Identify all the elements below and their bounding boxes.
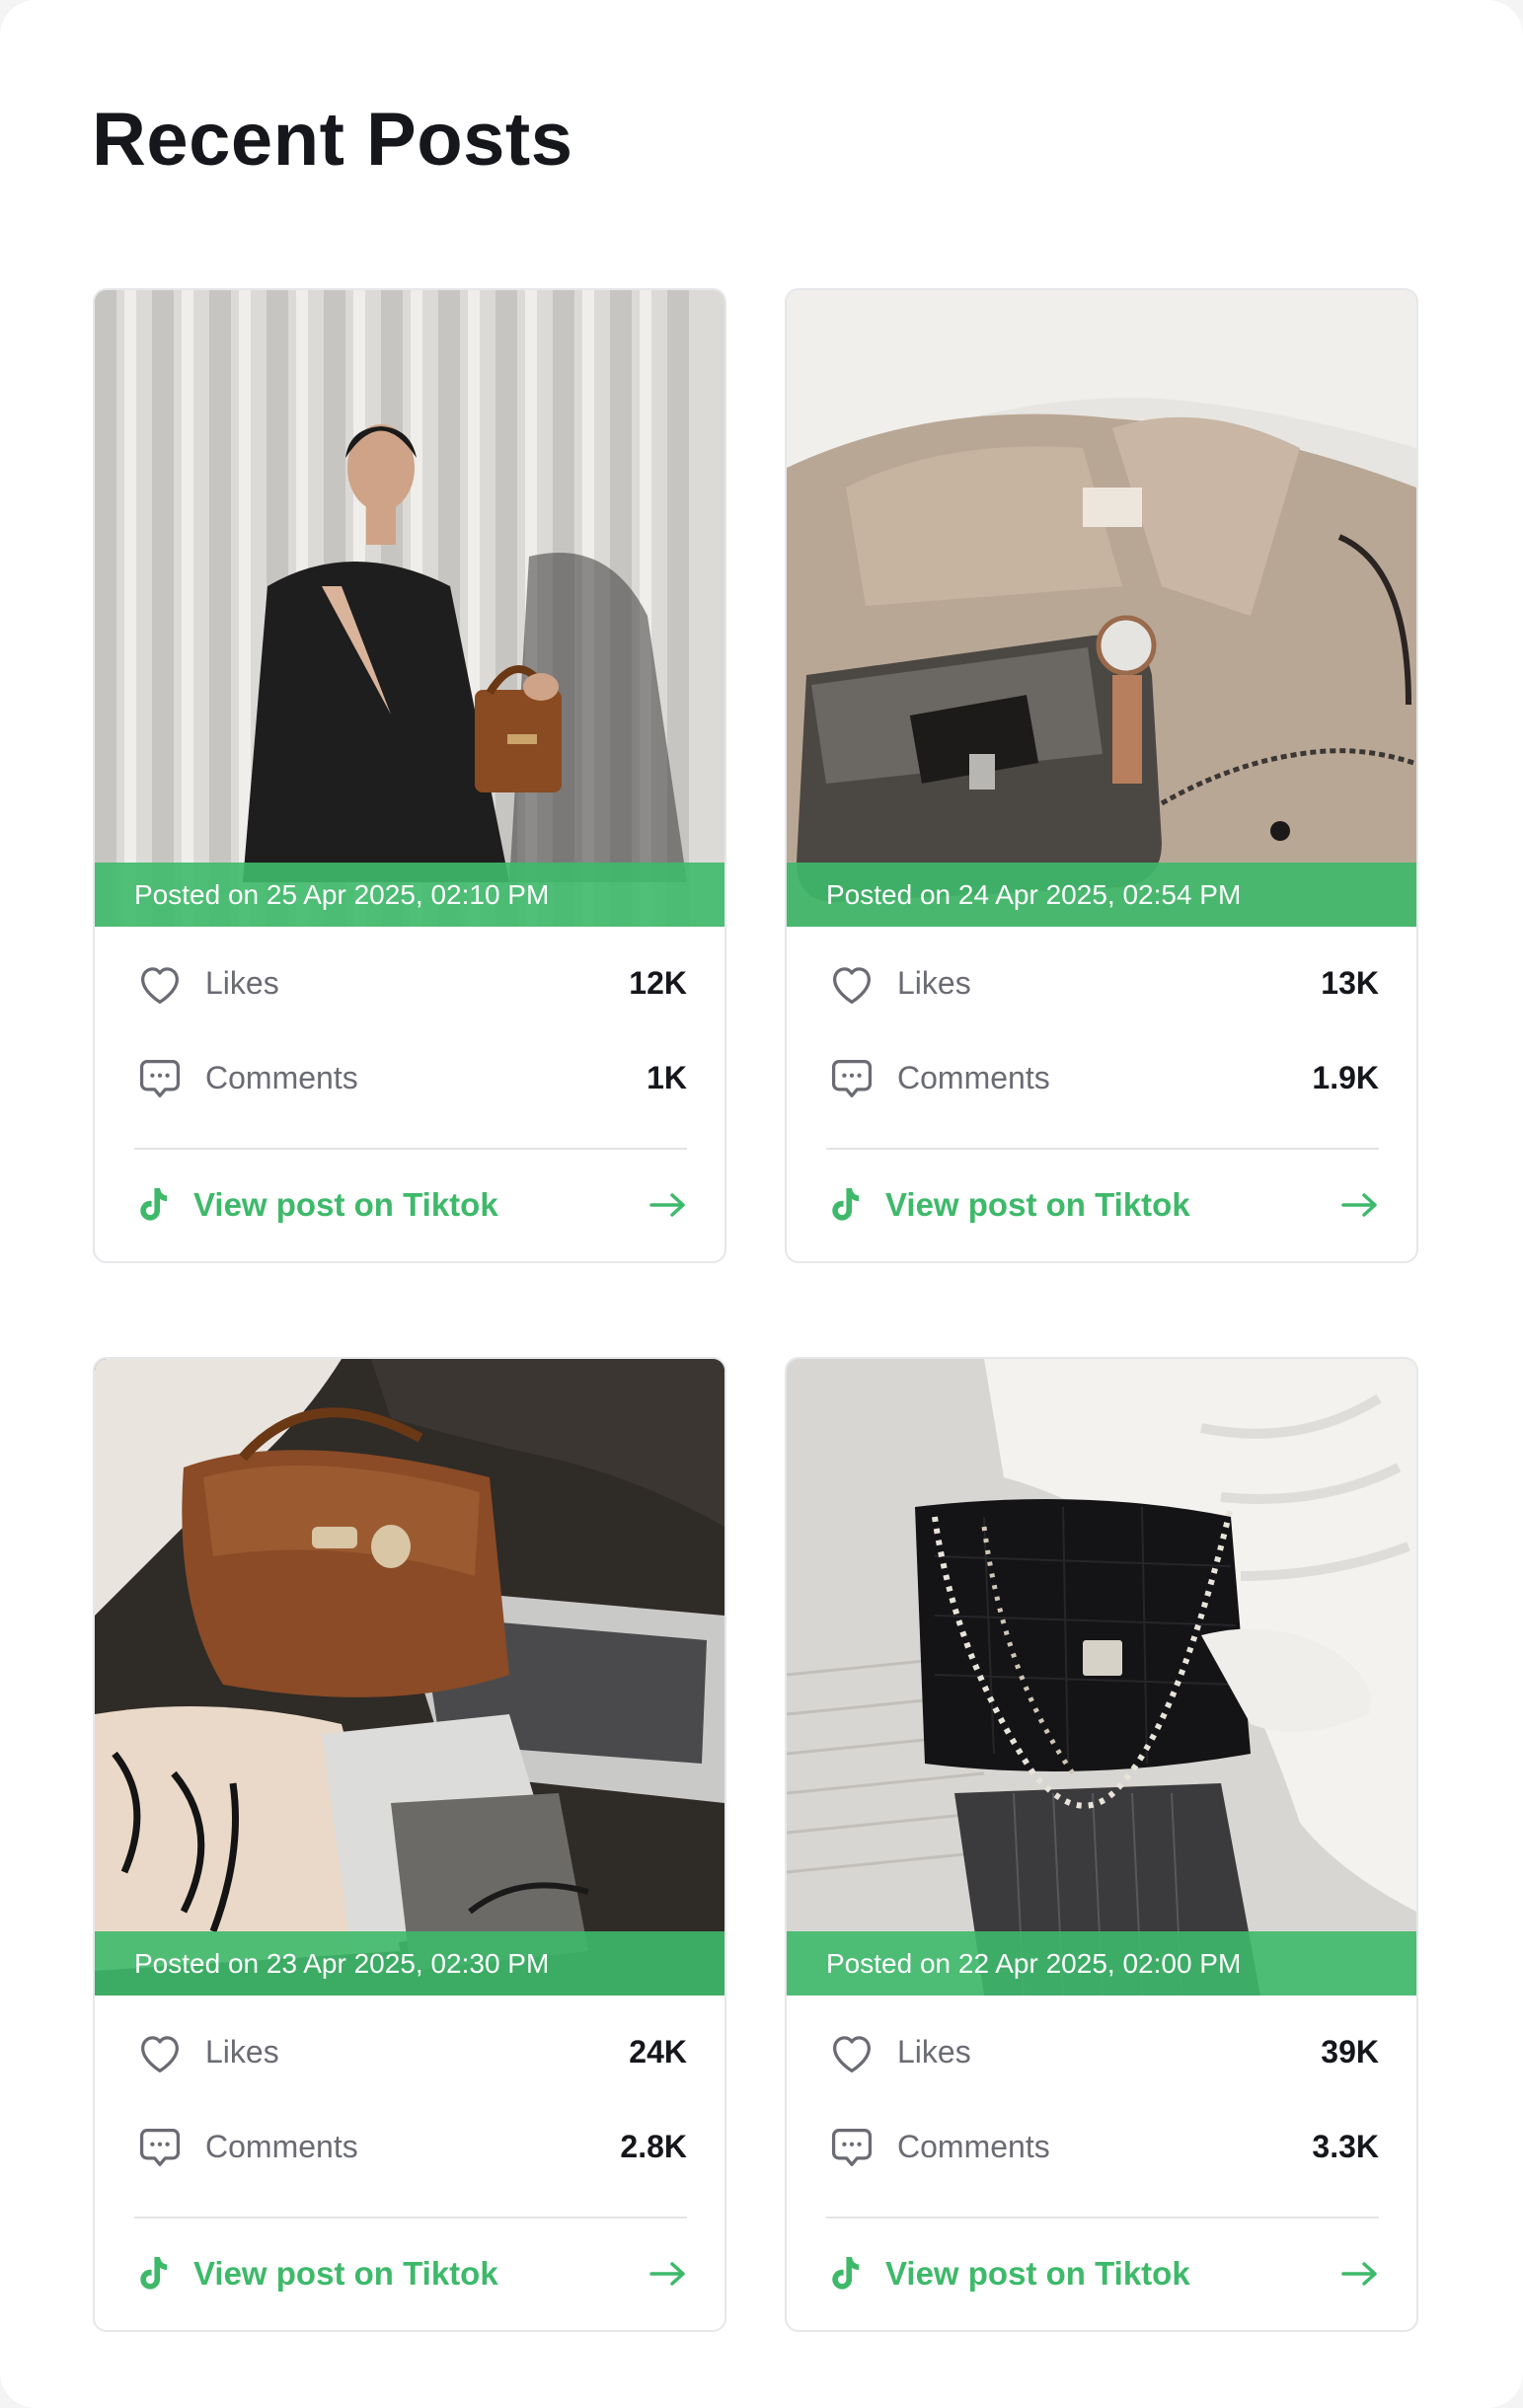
tiktok-icon [140,2257,168,2290]
comments-row: Comments 3.3K [826,2117,1379,2176]
recent-posts-panel: Recent Posts Posted on 25 Apr 2025, 02:1… [0,0,1523,2408]
heart-icon[interactable] [826,958,877,1010]
heart-icon[interactable] [134,958,186,1010]
likes-count: 12K [629,965,687,1001]
likes-label: Likes [205,965,279,1001]
comment-icon[interactable] [134,1053,186,1104]
post-image-photo [95,1359,724,1995]
comments-count: 1K [647,1060,687,1095]
post-image[interactable]: Posted on 22 Apr 2025, 02:00 PM [787,1359,1416,1995]
posted-date: Posted on 25 Apr 2025, 02:10 PM [95,863,724,927]
posted-date: Posted on 23 Apr 2025, 02:30 PM [95,1931,724,1995]
post-image-photo [95,290,724,927]
comments-row: Comments 1.9K [826,1048,1379,1107]
likes-row: Likes 39K [826,2022,1379,2081]
likes-label: Likes [897,965,971,1001]
likes-count: 39K [1321,2034,1379,2069]
likes-label: Likes [897,2034,971,2069]
view-post-label: View post on Tiktok [193,1186,498,1223]
view-post-label: View post on Tiktok [193,2255,498,2292]
page-title: Recent Posts [92,98,573,182]
likes-row: Likes 24K [134,2022,687,2081]
tiktok-icon [140,1188,168,1221]
likes-row: Likes 12K [134,953,687,1013]
likes-count: 24K [629,2034,687,2069]
comments-count: 2.8K [620,2129,687,2164]
comment-icon[interactable] [826,2122,877,2173]
view-post-link[interactable]: View post on Tiktok [826,2239,1379,2308]
likes-count: 13K [1321,965,1379,1001]
comment-icon[interactable] [826,1053,877,1104]
comments-count: 3.3K [1312,2129,1379,2164]
comments-label: Comments [897,2129,1050,2164]
divider [826,1148,1379,1150]
view-post-label: View post on Tiktok [885,1186,1190,1223]
posted-date: Posted on 22 Apr 2025, 02:00 PM [787,1931,1416,1995]
post-image[interactable]: Posted on 23 Apr 2025, 02:30 PM [95,1359,724,1995]
view-post-link[interactable]: View post on Tiktok [134,2239,687,2308]
comments-count: 1.9K [1312,1060,1379,1095]
arrow-right-icon [1341,1193,1377,1217]
comments-row: Comments 2.8K [134,2117,687,2176]
post-image[interactable]: Posted on 25 Apr 2025, 02:10 PM [95,290,724,927]
comments-row: Comments 1K [134,1048,687,1107]
likes-label: Likes [205,2034,279,2069]
posted-date: Posted on 24 Apr 2025, 02:54 PM [787,863,1416,927]
comments-label: Comments [897,1060,1050,1095]
post-image-photo [787,1359,1416,1995]
post-image-photo [787,290,1416,927]
post-image[interactable]: Posted on 24 Apr 2025, 02:54 PM [787,290,1416,927]
divider [826,2217,1379,2219]
post-card: Posted on 25 Apr 2025, 02:10 PM Likes 12… [93,288,726,1263]
heart-icon[interactable] [134,2027,186,2078]
heart-icon[interactable] [826,2027,877,2078]
likes-row: Likes 13K [826,953,1379,1013]
tiktok-icon [832,2257,860,2290]
comments-label: Comments [205,2129,358,2164]
arrow-right-icon [649,1193,685,1217]
view-post-link[interactable]: View post on Tiktok [134,1170,687,1240]
arrow-right-icon [1341,2262,1377,2286]
view-post-link[interactable]: View post on Tiktok [826,1170,1379,1240]
tiktok-icon [832,1188,860,1221]
post-card: Posted on 24 Apr 2025, 02:54 PM Likes 13… [785,288,1418,1263]
divider [134,2217,687,2219]
comment-icon[interactable] [134,2122,186,2173]
arrow-right-icon [649,2262,685,2286]
post-card: Posted on 22 Apr 2025, 02:00 PM Likes 39… [785,1357,1418,2332]
comments-label: Comments [205,1060,358,1095]
view-post-label: View post on Tiktok [885,2255,1190,2292]
divider [134,1148,687,1150]
post-card: Posted on 23 Apr 2025, 02:30 PM Likes 24… [93,1357,726,2332]
